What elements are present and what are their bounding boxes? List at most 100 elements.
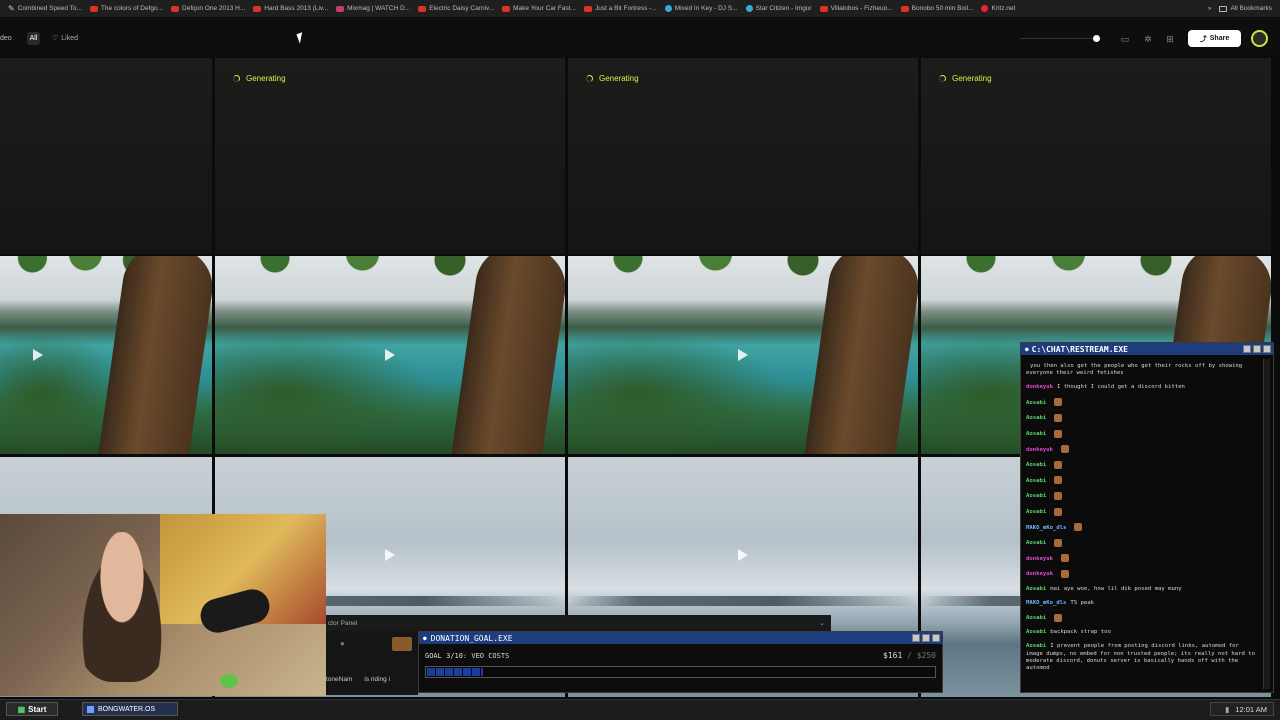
emote-icon — [1060, 569, 1069, 578]
app-icon — [87, 705, 94, 713]
kritz-icon — [981, 5, 989, 12]
video-tile-empty[interactable] — [0, 58, 212, 254]
chat-text: I prevent people from posting discord li… — [1026, 643, 1256, 671]
bookmark-item[interactable]: Defqon One 2013 H... — [171, 0, 245, 17]
spinner-icon — [939, 75, 946, 82]
taskbar-clock: ▮ 12:01 AM — [1210, 702, 1274, 716]
user-icon[interactable]: ● — [340, 639, 345, 648]
video-tile-generating[interactable]: Generating — [568, 58, 918, 254]
emote-icon — [1074, 523, 1083, 532]
filter-video[interactable]: deo — [0, 35, 12, 42]
chat-username[interactable]: donkeyuk — [1026, 384, 1053, 390]
bookmark-item[interactable]: Star Citizen - Imgur — [745, 0, 812, 17]
video-thumbnail-bay[interactable] — [568, 256, 918, 454]
chat-message: Aosabi I prevent people from posting disc… — [1026, 643, 1258, 672]
chat-username[interactable]: Aosabi — [1026, 431, 1046, 437]
video-thumbnail-bay[interactable] — [0, 256, 212, 454]
frog-icon — [220, 674, 238, 688]
chat-username[interactable]: Aosabi — [1026, 643, 1046, 649]
minimize-icon[interactable] — [1243, 345, 1251, 353]
minimize-icon[interactable] — [912, 634, 920, 642]
filter-liked[interactable]: ♡ Liked — [52, 34, 78, 43]
all-bookmarks-button[interactable]: All Bookmarks — [1219, 5, 1272, 12]
maximize-icon[interactable] — [922, 634, 930, 642]
video-tile-generating[interactable]: Generating — [921, 58, 1271, 254]
chat-message: Aosabi — [1026, 507, 1258, 517]
ticker-user: toneNam — [326, 676, 353, 683]
chat-username[interactable]: Aosabi — [1026, 629, 1046, 635]
ticker: toneNam is riding i — [326, 676, 390, 683]
share-label: Share — [1209, 35, 1230, 42]
play-icon — [33, 349, 43, 361]
bookmark-label: Make Your Car Fast... — [513, 5, 576, 12]
zoom-slider-track[interactable] — [1020, 38, 1100, 39]
ticker-text: is riding i — [364, 676, 391, 683]
close-icon[interactable] — [1263, 345, 1271, 353]
generating-label: Generating — [952, 74, 992, 83]
chat-username[interactable]: Aosabi — [1026, 493, 1046, 499]
chat-username[interactable]: donkeyuk — [1026, 571, 1053, 577]
maximize-icon[interactable] — [1253, 345, 1261, 353]
chat-username[interactable]: Aosabi — [1026, 415, 1046, 421]
youtube-icon — [418, 5, 427, 12]
chat-username[interactable]: donkeyuk — [1026, 447, 1053, 453]
start-button[interactable]: ▦ Start — [6, 702, 58, 716]
bookmark-label: Kritz.net — [991, 5, 1016, 12]
chat-message: Aosabi — [1026, 460, 1258, 470]
bookmark-label: Hard Bass 2013 (Liv... — [264, 5, 329, 12]
bookmark-item[interactable]: Electric Daisy Carniv... — [418, 0, 494, 17]
bookmark-item[interactable]: Hard Bass 2013 (Liv... — [253, 0, 328, 17]
bookmark-item[interactable]: Bonobo 50 min Boil... — [900, 0, 974, 17]
thumbnail-icon[interactable] — [392, 637, 412, 651]
chat-username[interactable]: MAKO_mKo_dls — [1026, 525, 1066, 531]
zoom-slider-knob[interactable] — [1093, 35, 1100, 42]
bookmark-item[interactable]: Mixed In Key - DJ S... — [664, 0, 738, 17]
bookmark-item[interactable]: Kritz.net — [981, 0, 1015, 17]
bookmark-item[interactable]: Just a Bit Fortress -... — [583, 0, 657, 17]
chat-username[interactable]: donkeyuk — [1026, 556, 1053, 562]
chat-username[interactable]: Aosabi — [1026, 615, 1046, 621]
bookmark-item[interactable]: Mixmag | WATCH D... — [336, 0, 410, 17]
settings-icon[interactable]: ✲ — [1141, 32, 1155, 46]
chat-message: Aosabi — [1026, 538, 1258, 548]
tray-icon: ▮ — [1225, 704, 1230, 714]
filter-all[interactable]: All — [27, 32, 40, 45]
emote-icon — [1054, 429, 1063, 438]
chat-username[interactable]: Aosabi — [1026, 509, 1046, 515]
grid-view-icon[interactable]: ⊞ — [1163, 32, 1177, 46]
layout-icon[interactable]: ▭ — [1118, 32, 1132, 46]
chat-username[interactable]: MAKO_mKo_dls — [1026, 600, 1066, 606]
bookmark-item[interactable]: Villalobos - Fizheuo... — [819, 0, 893, 17]
donation-raised: $161 — [883, 651, 903, 660]
generating-status: Generating — [586, 74, 639, 83]
chat-username[interactable]: Aosabi — [1026, 478, 1046, 484]
webcam-overlay — [0, 514, 326, 696]
chat-scrollbar[interactable] — [1263, 359, 1270, 689]
donation-titlebar: ● DONATION_GOAL.EXE — [419, 632, 942, 644]
control-panel-title: ctor Panel — [328, 619, 358, 627]
taskbar-item[interactable]: BONGWATER.OS — [82, 702, 178, 716]
video-thumbnail-bay[interactable] — [215, 256, 565, 454]
chat-username[interactable]: Aosabi — [1026, 400, 1046, 406]
generating-status: Generating — [233, 74, 286, 83]
control-panel-bar: ctor Panel ⌄ — [326, 615, 831, 631]
bookmark-item[interactable]: The colors of Defgo... — [89, 0, 163, 17]
user-avatar[interactable] — [1251, 30, 1268, 47]
bookmark-label: Villalobos - Fizheuo... — [830, 5, 893, 12]
bookmark-label: Bonobo 50 min Boil... — [911, 5, 974, 12]
bookmark-item[interactable]: ✎ Combined Speed To... — [8, 0, 82, 17]
chat-message: you then also get the people who get the… — [1026, 363, 1258, 377]
video-tile-generating[interactable]: Generating — [215, 58, 565, 254]
start-label: Start — [28, 704, 47, 714]
chat-username[interactable]: Aosabi — [1026, 462, 1046, 468]
bookmark-item[interactable]: Make Your Car Fast... — [502, 0, 576, 17]
bookmarks-more-button[interactable]: » — [1208, 5, 1212, 12]
control-panel-body: ● — [326, 631, 418, 695]
close-icon[interactable] — [932, 634, 940, 642]
chat-username[interactable]: Aosabi — [1026, 540, 1046, 546]
share-button[interactable]: ⤴ Share — [1188, 30, 1241, 47]
chevron-down-icon[interactable]: ⌄ — [820, 619, 825, 627]
chat-username[interactable]: Aosabi — [1026, 586, 1046, 592]
play-icon — [738, 549, 748, 561]
all-bookmarks-label: All Bookmarks — [1230, 5, 1272, 12]
